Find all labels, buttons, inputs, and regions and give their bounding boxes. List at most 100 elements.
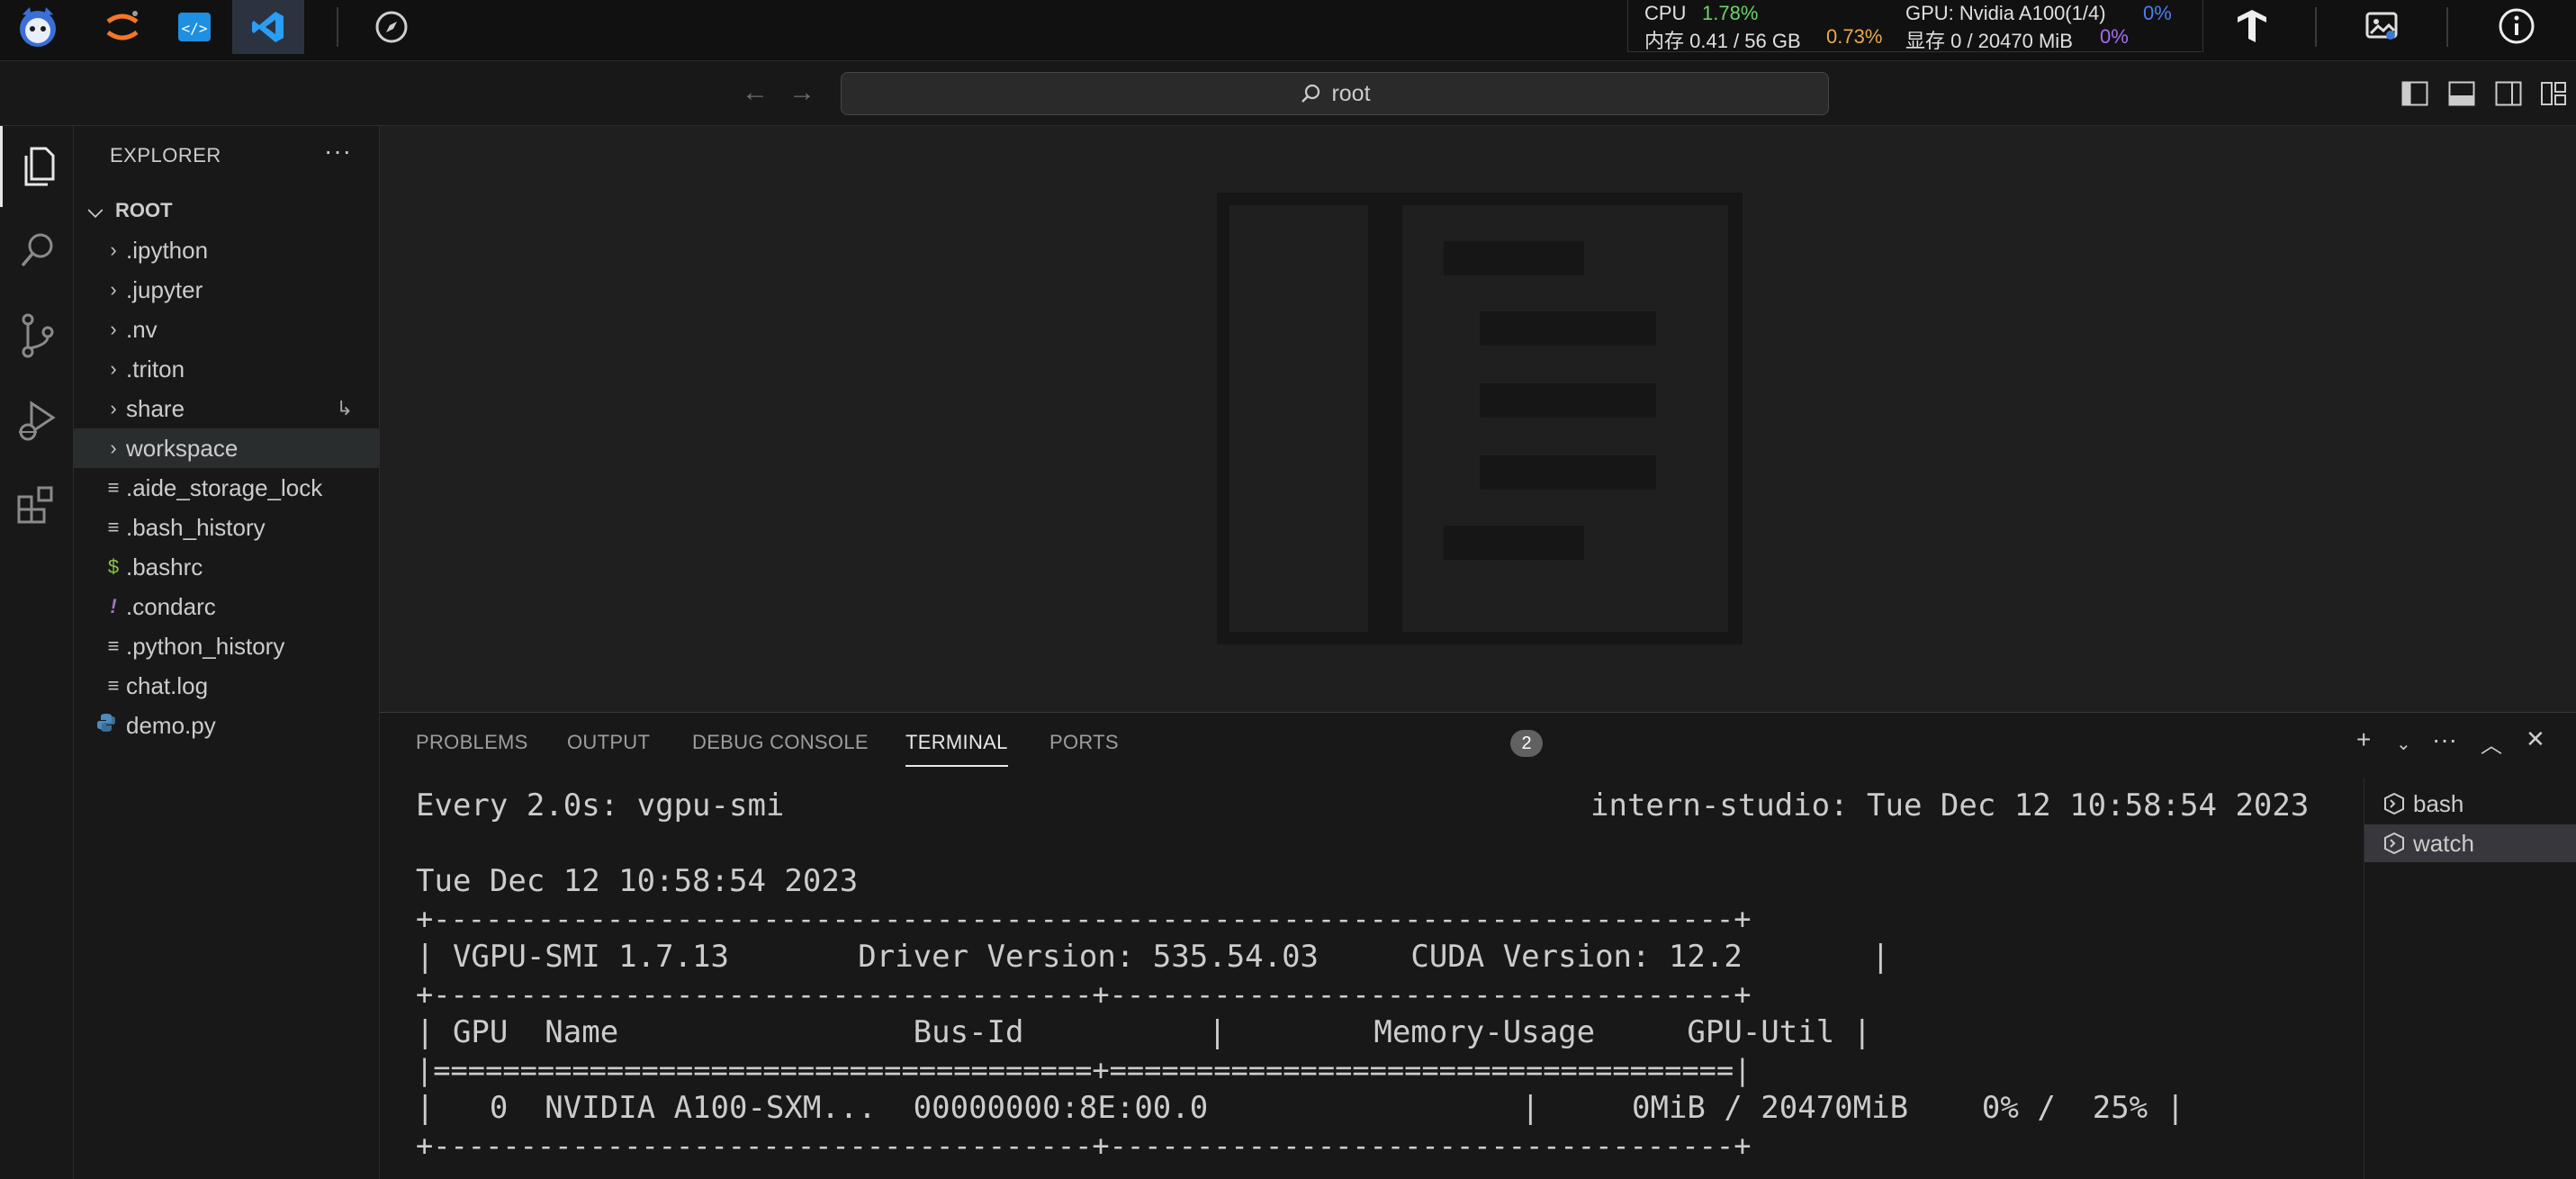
toolbar-divider bbox=[337, 7, 338, 47]
search-icon bbox=[1302, 84, 1320, 103]
tensorflow-icon[interactable] bbox=[2225, 0, 2279, 52]
folder-label: .triton bbox=[126, 355, 185, 382]
compass-icon[interactable] bbox=[356, 0, 428, 54]
terminal-item-watch[interactable]: watch bbox=[2364, 824, 2576, 862]
jupyter-cat-icon[interactable] bbox=[2, 0, 74, 54]
exclamation-file-icon: ! bbox=[110, 595, 117, 617]
more-actions-icon[interactable]: ··· bbox=[324, 137, 352, 166]
tab-terminal[interactable]: TERMINAL bbox=[905, 731, 1008, 754]
explorer-sidebar: EXPLORER ··· ⌵ ROOT › .ipython › .jupyte… bbox=[74, 126, 380, 1179]
extensions-icon[interactable] bbox=[0, 464, 74, 545]
tree-folder-workspace[interactable]: › workspace bbox=[74, 428, 380, 468]
folder-label: workspace bbox=[126, 434, 239, 462]
activity-bar bbox=[0, 126, 74, 1179]
toggle-secondary-sidebar-icon[interactable] bbox=[2495, 81, 2522, 106]
remote-desktop-icon[interactable] bbox=[2355, 0, 2409, 52]
tree-file-python-history[interactable]: ≡ .python_history bbox=[74, 626, 380, 666]
tree-folder-ipython[interactable]: › .ipython bbox=[74, 230, 380, 270]
resource-monitor: CPU 1.78% 内存 0.41 / 56 GB 0.73% GPU: Nvi… bbox=[1627, 0, 2203, 52]
terminal-line: | GPU Name Bus-Id | Memory-Usage GPU-Uti… bbox=[416, 1014, 1872, 1050]
run-debug-icon[interactable] bbox=[0, 380, 74, 461]
tab-problems[interactable]: PROBLEMS bbox=[416, 731, 528, 754]
file-label: .condarc bbox=[126, 592, 216, 620]
terminal-line: +--------------------------------------+… bbox=[416, 977, 1752, 1012]
toggle-primary-sidebar-icon[interactable] bbox=[2401, 81, 2428, 106]
dollar-file-icon: $ bbox=[107, 555, 120, 578]
maximize-panel-chevron-up-icon[interactable]: ︿ bbox=[2481, 727, 2502, 759]
terminal-line: |======================================+… bbox=[416, 1053, 1752, 1087]
file-label: .python_history bbox=[126, 632, 285, 660]
terminal-name: watch bbox=[2413, 829, 2474, 857]
chevron-down-icon: ⌵ bbox=[87, 199, 104, 221]
lines-file-icon: ≡ bbox=[107, 634, 120, 657]
tree-file-bashrc[interactable]: $ .bashrc bbox=[74, 547, 380, 587]
toolbar-divider bbox=[2446, 7, 2448, 47]
terminal-line: Tue Dec 12 10:58:54 2023 bbox=[416, 863, 859, 899]
top-app-bar: </> CPU 1.78% 内存 0.41 / 56 GB 0.73% GPU:… bbox=[0, 0, 2576, 61]
code-editor-icon[interactable]: </> bbox=[158, 0, 230, 54]
ports-count-badge: 2 bbox=[1510, 730, 1543, 757]
lines-file-icon: ≡ bbox=[107, 476, 120, 499]
title-bar: ← → root bbox=[0, 61, 2576, 126]
more-actions-icon[interactable]: ··· bbox=[2432, 725, 2457, 754]
tree-file-condarc[interactable]: ! .condarc bbox=[74, 587, 380, 626]
chevron-right-icon: › bbox=[110, 436, 117, 459]
tree-folder-jupyter[interactable]: › .jupyter bbox=[74, 270, 380, 310]
tab-ports[interactable]: PORTS bbox=[1049, 731, 1119, 754]
close-panel-icon[interactable]: ✕ bbox=[2526, 725, 2545, 753]
tree-folder-triton[interactable]: › .triton bbox=[74, 349, 380, 389]
tree-file-bash-history[interactable]: ≡ .bash_history bbox=[74, 508, 380, 547]
terminal-line: +---------------------------------------… bbox=[416, 902, 1752, 936]
toggle-panel-icon[interactable] bbox=[2448, 81, 2475, 106]
tree-folder-nv[interactable]: › .nv bbox=[74, 310, 380, 349]
vscode-icon[interactable] bbox=[232, 0, 304, 54]
terminal-dropdown-chevron-icon[interactable]: ⌄ bbox=[2396, 733, 2411, 755]
jupyter-icon[interactable] bbox=[86, 0, 158, 54]
file-label: .aide_storage_lock bbox=[126, 473, 323, 501]
gpu-value: 0% bbox=[2143, 2, 2172, 24]
gpu-label: GPU: Nvidia A100(1/4) bbox=[1905, 2, 2106, 24]
bottom-panel: PROBLEMS OUTPUT DEBUG CONSOLE TERMINAL P… bbox=[380, 712, 2576, 1179]
file-label: demo.py bbox=[126, 711, 216, 739]
forward-arrow-icon[interactable]: → bbox=[788, 77, 815, 108]
chevron-right-icon: › bbox=[110, 238, 117, 261]
search-icon[interactable] bbox=[0, 211, 74, 292]
terminal-shell-icon bbox=[2384, 793, 2404, 814]
tree-file-demo-py[interactable]: demo.py bbox=[74, 706, 380, 745]
source-control-icon[interactable] bbox=[0, 295, 74, 376]
command-center[interactable]: root bbox=[841, 72, 1829, 115]
lines-file-icon: ≡ bbox=[107, 674, 120, 697]
terminal-list: bash watch bbox=[2364, 778, 2576, 1179]
tree-file-aide-storage-lock[interactable]: ≡ .aide_storage_lock bbox=[74, 468, 380, 508]
tab-debug-console[interactable]: DEBUG CONSOLE bbox=[692, 731, 869, 754]
terminal-line: | 0 NVIDIA A100-SXM... 00000000:8E:00.0 … bbox=[416, 1090, 2185, 1126]
tab-output[interactable]: OUTPUT bbox=[567, 731, 650, 754]
lines-file-icon: ≡ bbox=[107, 516, 120, 538]
chevron-right-icon: › bbox=[110, 318, 117, 340]
tree-folder-share[interactable]: › share ↳ bbox=[74, 389, 380, 428]
customize-layout-icon[interactable] bbox=[2540, 81, 2567, 106]
terminal-item-bash[interactable]: bash bbox=[2364, 785, 2576, 823]
python-icon bbox=[94, 713, 119, 738]
vscode-watermark-icon bbox=[1217, 193, 1743, 644]
toolbar-divider bbox=[2315, 7, 2317, 47]
memory-label: 内存 0.41 / 56 GB bbox=[1644, 30, 1801, 52]
cpu-label: CPU bbox=[1644, 2, 1687, 24]
svg-text:</>: </> bbox=[182, 20, 208, 37]
back-arrow-icon[interactable]: ← bbox=[742, 77, 769, 108]
folder-label: .ipython bbox=[126, 236, 209, 264]
info-icon[interactable] bbox=[2490, 0, 2544, 52]
command-center-text: root bbox=[1331, 80, 1371, 106]
chevron-right-icon: › bbox=[110, 357, 117, 380]
folder-label: .nv bbox=[126, 315, 158, 343]
new-terminal-plus-icon[interactable]: + bbox=[2356, 725, 2371, 754]
root-folder-header[interactable]: ⌵ ROOT bbox=[74, 191, 380, 230]
explorer-icon[interactable] bbox=[0, 126, 74, 207]
editor-area bbox=[380, 126, 2576, 712]
file-label: chat.log bbox=[126, 671, 209, 699]
symlink-icon: ↳ bbox=[336, 397, 353, 419]
file-label: .bash_history bbox=[126, 513, 266, 541]
active-tab-indicator bbox=[905, 765, 1008, 767]
terminal-output[interactable]: Every 2.0s: vgpu-smi intern-studio: Tue … bbox=[416, 787, 2378, 1179]
tree-file-chat-log[interactable]: ≡ chat.log bbox=[74, 666, 380, 706]
